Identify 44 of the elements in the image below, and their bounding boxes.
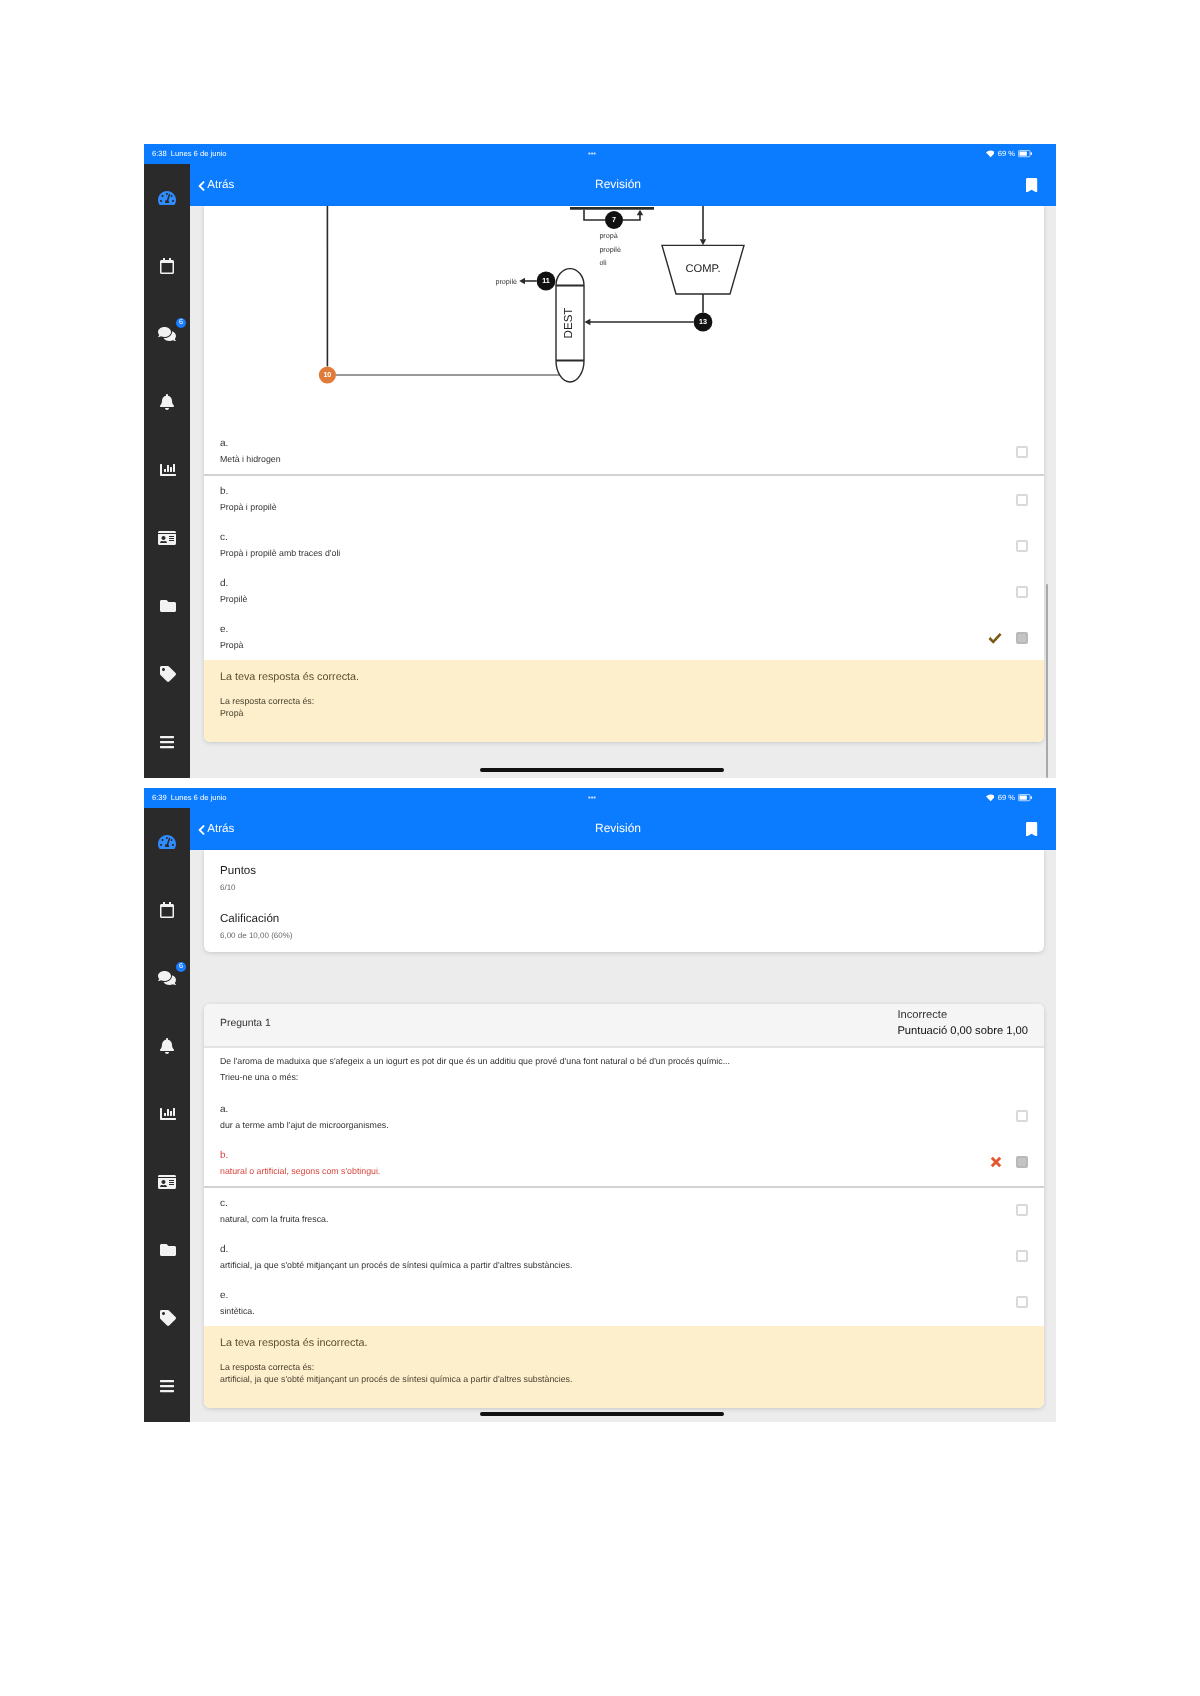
battery-icon <box>1018 794 1032 802</box>
chat-icon[interactable] <box>158 326 176 342</box>
flow-line <box>583 209 606 221</box>
tag-icon[interactable] <box>159 1310 175 1326</box>
checkbox[interactable] <box>1016 1250 1028 1263</box>
folder-icon[interactable] <box>159 1242 175 1258</box>
id-card-icon[interactable] <box>158 1174 176 1190</box>
wifi-icon <box>985 150 995 158</box>
gauge-icon[interactable] <box>158 834 176 850</box>
checkbox[interactable] <box>1016 1296 1028 1309</box>
bookmark-icon[interactable] <box>1026 821 1038 837</box>
chat-icon[interactable] <box>158 970 176 986</box>
menu-icon[interactable] <box>160 734 174 750</box>
calendar-icon[interactable] <box>160 902 174 918</box>
battery-icon <box>1018 150 1032 158</box>
calendar-icon[interactable] <box>160 258 174 274</box>
checkbox[interactable] <box>1016 445 1028 457</box>
checkbox[interactable] <box>1016 493 1028 505</box>
chevron-left-icon <box>198 823 206 835</box>
id-card-icon[interactable] <box>158 530 176 546</box>
flow-arrow <box>699 206 707 246</box>
bar-chart-icon[interactable] <box>159 1106 175 1122</box>
wifi-icon <box>985 794 995 802</box>
bell-icon[interactable] <box>160 394 174 410</box>
checkbox[interactable] <box>1016 585 1028 597</box>
tag-icon[interactable] <box>159 666 175 682</box>
checkbox[interactable] <box>1016 1110 1028 1123</box>
checkbox[interactable] <box>1016 539 1028 551</box>
flow-arrow <box>584 318 695 326</box>
bookmark-icon[interactable] <box>1026 177 1038 193</box>
gauge-icon[interactable] <box>158 190 176 206</box>
menu-icon[interactable] <box>160 1378 174 1394</box>
bar-chart-icon[interactable] <box>159 462 175 478</box>
scrollbar[interactable] <box>1046 584 1049 778</box>
bell-icon[interactable] <box>160 1038 174 1054</box>
checkbox[interactable] <box>1016 631 1028 643</box>
flow-arrow <box>622 209 644 221</box>
flow-arrow <box>519 277 538 285</box>
flow-line <box>702 293 704 314</box>
checkbox[interactable] <box>1016 1156 1028 1169</box>
checkbox[interactable] <box>1016 1204 1028 1217</box>
vessel-outline <box>570 207 654 210</box>
folder-icon[interactable] <box>159 598 175 614</box>
chevron-left-icon <box>198 179 206 191</box>
